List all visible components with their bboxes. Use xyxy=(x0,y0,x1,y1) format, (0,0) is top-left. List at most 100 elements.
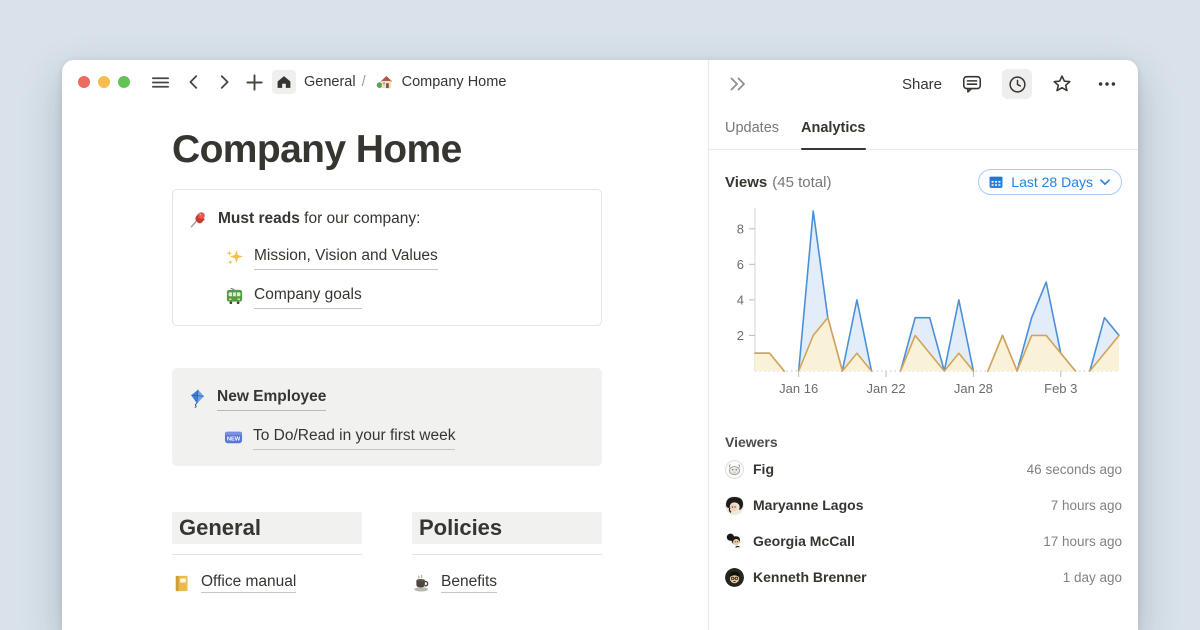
panel-actions: Share xyxy=(902,69,1122,99)
new-employee-callout: New Employee NEW To Do/Read in your firs… xyxy=(172,368,602,466)
viewer-row: Fig 46 seconds ago xyxy=(725,452,1122,486)
divider xyxy=(412,554,602,555)
office-manual-row: Office manual xyxy=(172,573,362,593)
forward-button[interactable] xyxy=(212,70,236,94)
new-employee-row: New Employee xyxy=(188,385,586,411)
must-reads-bold: Must reads xyxy=(218,210,300,227)
sparkles-icon xyxy=(225,248,244,267)
viewer-time: 17 hours ago xyxy=(1043,534,1122,549)
viewer-name: Fig xyxy=(753,461,774,477)
views-label: Views xyxy=(725,174,767,191)
new-badge-icon: NEW xyxy=(224,428,243,447)
benefits-row: Benefits xyxy=(412,573,602,593)
avatar xyxy=(725,496,744,515)
views-header-row: Views (45 total) Last 28 Days xyxy=(725,169,1122,195)
viewers-heading: Viewers xyxy=(725,434,1122,450)
svg-text:6: 6 xyxy=(737,257,744,272)
viewers-section: Viewers Fig 46 seconds ago xyxy=(725,434,1122,594)
must-reads-lead: Must reads for our company: xyxy=(189,207,585,231)
link-columns: General xyxy=(172,512,602,593)
calendar-icon xyxy=(988,174,1004,190)
viewer-row: Maryanne Lagos 7 hours ago xyxy=(725,488,1122,522)
viewer-row: Kenneth Brenner 1 day ago xyxy=(725,560,1122,594)
chevron-down-icon xyxy=(1100,179,1110,186)
close-window-button[interactable] xyxy=(78,76,90,88)
views-chart: 2 4 6 8 Jan 16 Jan 22 Jan 28 Feb 3 xyxy=(723,203,1123,403)
viewer-name: Maryanne Lagos xyxy=(753,497,863,513)
general-heading-block: General xyxy=(172,512,362,544)
viewer-time: 7 hours ago xyxy=(1051,498,1122,513)
policies-column: Policies xyxy=(412,512,602,593)
svg-text:Jan 22: Jan 22 xyxy=(867,381,906,396)
minimize-window-button[interactable] xyxy=(98,76,110,88)
back-button[interactable] xyxy=(182,70,206,94)
zoom-window-button[interactable] xyxy=(118,76,130,88)
new-badge-text: NEW xyxy=(227,436,241,442)
tab-updates[interactable]: Updates xyxy=(725,120,779,149)
sidebar-menu-icon[interactable] xyxy=(148,70,172,94)
must-reads-rest: for our company: xyxy=(300,210,421,227)
comments-icon[interactable] xyxy=(957,69,987,99)
main-topbar: General / Company Home xyxy=(62,60,708,104)
views-chart-wrap: 2 4 6 8 Jan 16 Jan 22 Jan 28 Feb 3 xyxy=(723,203,1122,408)
pushpin-icon xyxy=(189,210,208,229)
document-body: Company Home Must reads for our co xyxy=(62,104,708,593)
panel-topbar: Share xyxy=(709,60,1138,108)
views-total: (45 total) xyxy=(772,174,831,191)
viewer-time: 1 day ago xyxy=(1063,570,1122,585)
favorite-star-icon[interactable] xyxy=(1047,69,1077,99)
tab-analytics[interactable]: Analytics xyxy=(801,120,865,149)
kite-icon xyxy=(188,389,207,408)
breadcrumb-section[interactable]: General xyxy=(304,74,356,90)
notion-window: General / Company Home Company Home xyxy=(62,60,1138,630)
policies-heading: Policies xyxy=(419,515,595,541)
policies-heading-block: Policies xyxy=(412,512,602,544)
avatar xyxy=(725,568,744,587)
ledger-icon xyxy=(172,574,191,593)
views-title: Views (45 total) xyxy=(725,174,831,191)
avatar xyxy=(725,532,744,551)
desktop-background: General / Company Home Company Home xyxy=(0,0,1200,630)
general-heading: General xyxy=(179,515,355,541)
window-controls xyxy=(78,76,130,88)
coffee-icon xyxy=(412,574,431,593)
benefits-link[interactable]: Benefits xyxy=(441,573,497,593)
updates-history-icon[interactable] xyxy=(1002,69,1032,99)
new-page-plus-icon[interactable] xyxy=(242,70,266,94)
svg-text:4: 4 xyxy=(737,292,744,307)
date-range-button[interactable]: Last 28 Days xyxy=(978,169,1122,195)
panel-tabs: Updates Analytics xyxy=(709,108,1138,150)
share-button[interactable]: Share xyxy=(902,76,942,93)
svg-text:2: 2 xyxy=(737,328,744,343)
must-reads-link-row: Mission, Vision and Values xyxy=(225,244,585,270)
first-week-todo-link[interactable]: To Do/Read in your first week xyxy=(253,424,455,450)
breadcrumb-page-title[interactable]: Company Home xyxy=(402,74,507,90)
more-options-icon[interactable] xyxy=(1092,69,1122,99)
date-range-label: Last 28 Days xyxy=(1011,174,1093,190)
page-title: Company Home xyxy=(172,128,664,172)
divider xyxy=(172,554,362,555)
must-reads-link-row: Company goals xyxy=(225,283,585,309)
viewer-name: Georgia McCall xyxy=(753,533,855,549)
new-employee-link[interactable]: New Employee xyxy=(217,385,326,411)
company-goals-link[interactable]: Company goals xyxy=(254,283,362,309)
house-with-garden-icon xyxy=(376,73,394,91)
office-manual-link[interactable]: Office manual xyxy=(201,573,296,593)
viewer-name: Kenneth Brenner xyxy=(753,569,867,585)
viewer-time: 46 seconds ago xyxy=(1027,462,1122,477)
general-column: General xyxy=(172,512,362,593)
collapse-panel-icon[interactable] xyxy=(725,71,751,97)
mission-vision-values-link[interactable]: Mission, Vision and Values xyxy=(254,244,438,270)
svg-text:8: 8 xyxy=(737,221,744,236)
svg-text:Feb 3: Feb 3 xyxy=(1044,381,1077,396)
new-employee-sub-row: NEW To Do/Read in your first week xyxy=(224,424,586,450)
svg-text:Jan 16: Jan 16 xyxy=(779,381,818,396)
must-reads-callout: Must reads for our company: Mission, Vis… xyxy=(172,189,602,326)
viewer-row: Georgia McCall 17 hours ago xyxy=(725,524,1122,558)
tram-icon xyxy=(225,287,244,306)
breadcrumb-separator: / xyxy=(362,74,366,90)
main-column: General / Company Home Company Home xyxy=(62,60,708,630)
must-reads-text: Must reads for our company: xyxy=(218,207,420,231)
svg-text:Jan 28: Jan 28 xyxy=(954,381,993,396)
home-breadcrumb-icon[interactable] xyxy=(272,70,296,94)
